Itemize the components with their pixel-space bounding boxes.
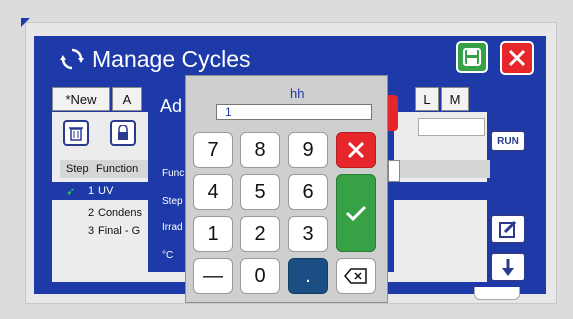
tab-m[interactable]: M <box>441 87 469 111</box>
save-icon <box>463 48 481 66</box>
row-step: 3 <box>88 225 95 237</box>
row-function: Condens <box>98 207 143 219</box>
key-decimal[interactable]: . <box>288 258 328 294</box>
header-step: Step <box>66 163 89 175</box>
panel-stub <box>474 287 520 300</box>
key-2[interactable]: 2 <box>240 216 280 252</box>
key-6[interactable]: 6 <box>288 174 328 210</box>
keypad-input[interactable]: 1 <box>216 104 372 120</box>
row-function: Final - G <box>98 225 141 237</box>
lock-icon <box>118 125 128 140</box>
tab-a[interactable]: A <box>112 87 142 111</box>
row-function: UV <box>98 185 114 197</box>
dialog-label-temperature: °C <box>162 250 174 261</box>
key-4[interactable]: 4 <box>193 174 233 210</box>
close-button[interactable] <box>500 41 534 75</box>
key-8[interactable]: 8 <box>240 132 280 168</box>
key-0[interactable]: 0 <box>240 258 280 294</box>
key-7[interactable]: 7 <box>193 132 233 168</box>
key-5[interactable]: 5 <box>240 174 280 210</box>
window-title: Manage Cycles <box>60 44 251 74</box>
refresh-cycle-icon <box>60 48 84 70</box>
dialog-label-irradiance: Irrad <box>162 222 183 233</box>
corner-marker <box>21 18 30 27</box>
delete-button[interactable] <box>63 120 89 146</box>
save-button[interactable] <box>456 41 488 73</box>
key-9[interactable]: 9 <box>288 132 328 168</box>
lock-button[interactable] <box>110 120 136 146</box>
run-button[interactable]: RUN <box>490 130 526 152</box>
dialog-field[interactable] <box>388 160 400 182</box>
trash-icon <box>69 127 83 141</box>
cycle-name-field[interactable] <box>418 118 485 136</box>
running-man-icon: ➶ <box>66 186 76 198</box>
cancel-key[interactable] <box>336 132 376 168</box>
confirm-key[interactable] <box>336 174 376 252</box>
window-title-text: Manage Cycles <box>92 45 251 72</box>
edit-icon <box>499 220 517 238</box>
dialog-title: Ad <box>160 96 183 116</box>
tab-l[interactable]: L <box>415 87 439 111</box>
tab-new[interactable]: *New <box>52 87 110 111</box>
arrow-down-icon <box>502 259 514 276</box>
close-icon <box>347 141 365 159</box>
dialog-label-step: Step <box>162 196 183 207</box>
row-step: 1 <box>88 185 95 197</box>
move-down-button[interactable] <box>490 252 526 282</box>
header-function: Function <box>96 163 139 175</box>
backspace-icon <box>344 268 367 284</box>
key-minus[interactable]: — <box>193 258 233 294</box>
dialog-label-function: Func <box>162 168 185 179</box>
key-1[interactable]: 1 <box>193 216 233 252</box>
key-3[interactable]: 3 <box>288 216 328 252</box>
edit-button[interactable] <box>490 214 526 244</box>
backspace-key[interactable] <box>336 258 376 294</box>
checkmark-icon <box>345 205 367 222</box>
keypad-field-label: hh <box>290 86 305 101</box>
close-icon <box>508 49 526 67</box>
row-step: 2 <box>88 207 95 219</box>
